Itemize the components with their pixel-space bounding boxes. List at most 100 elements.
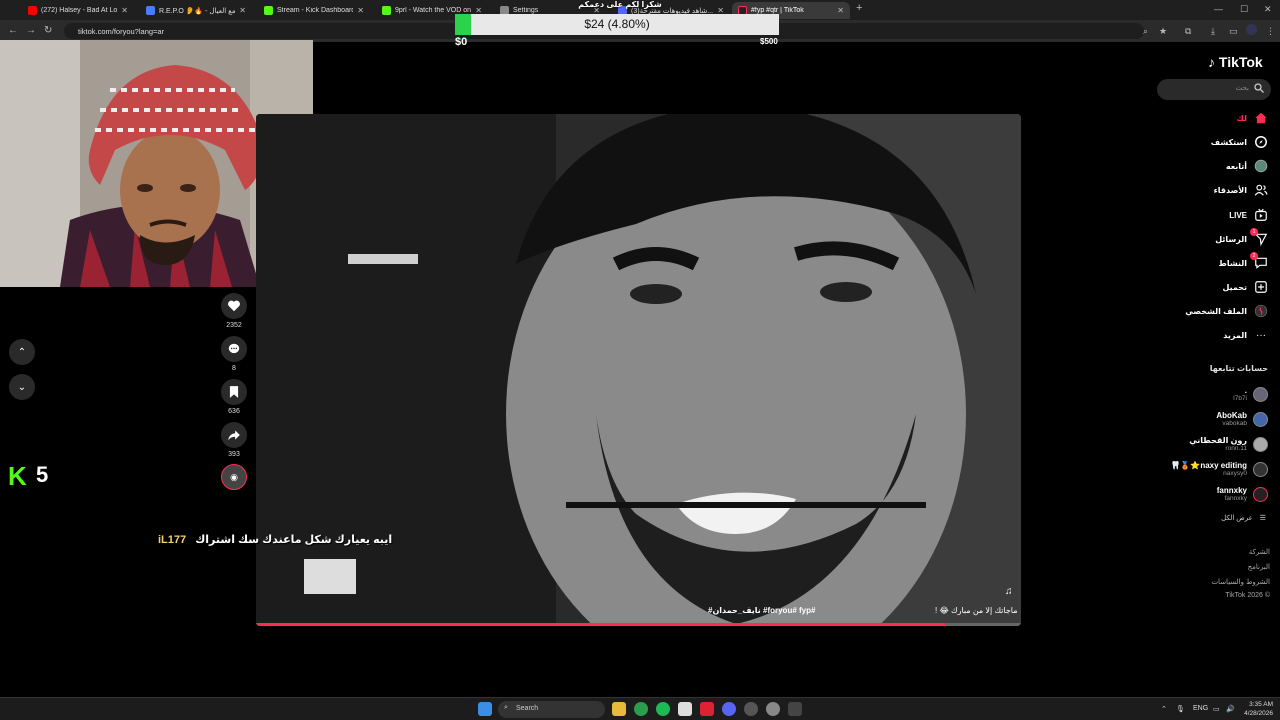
- video-player[interactable]: [256, 114, 1021, 626]
- star-icon[interactable]: ★: [1159, 26, 1167, 37]
- following-account[interactable]: fannxky fannxky: [1217, 483, 1268, 505]
- network-icon[interactable]: ▭: [1213, 705, 1220, 713]
- close-icon[interactable]: ✕: [357, 6, 364, 15]
- clock-date[interactable]: 4/28/2026: [1238, 710, 1273, 717]
- footer-company-link[interactable]: الشركة: [1249, 548, 1270, 556]
- discord-icon[interactable]: [722, 702, 736, 716]
- search-icon[interactable]: [1253, 82, 1265, 94]
- new-tab-button[interactable]: +: [856, 2, 862, 14]
- live-icon: [1254, 208, 1268, 222]
- following-account[interactable]: AboKab vabokab: [1216, 408, 1268, 430]
- nav-following[interactable]: أتابعه: [1226, 156, 1268, 176]
- app-icon[interactable]: [788, 702, 802, 716]
- footer-terms-link[interactable]: الشروط والسياسات: [1211, 578, 1270, 586]
- close-icon[interactable]: ✕: [837, 6, 844, 15]
- activity-icon: 2: [1250, 252, 1268, 270]
- account-username: fannxky: [1224, 495, 1247, 502]
- kick-icon: [382, 6, 391, 15]
- following-account[interactable]: 🦷🥉⭐naxy editing naxysy0: [1170, 458, 1268, 480]
- nav-label: أتابعه: [1225, 161, 1247, 171]
- reload-icon[interactable]: ↻: [44, 25, 52, 36]
- video-progress-bar[interactable]: [256, 623, 1021, 626]
- nav-messages[interactable]: الرسائل 1: [1215, 228, 1268, 249]
- taskbar: ⌕ Search ⌃ 🎙 ENG ▭ 🔊 3:35 AM 4/28/2026: [0, 697, 1280, 720]
- sound-icon[interactable]: ♫: [1005, 586, 1013, 597]
- taskbar-search[interactable]: ⌕ Search: [498, 701, 605, 718]
- close-window-icon[interactable]: ✕: [1264, 4, 1272, 15]
- maximize-icon[interactable]: ☐: [1240, 4, 1248, 15]
- donation-progress-label: $24 (4.80%): [584, 17, 650, 31]
- zoom-icon[interactable]: ⌕: [1143, 26, 1148, 37]
- share-button[interactable]: [221, 422, 247, 448]
- menu-icon[interactable]: ⋮: [1266, 26, 1275, 37]
- profile-avatar[interactable]: [1246, 24, 1257, 35]
- nav-live[interactable]: LIVE: [1229, 205, 1268, 225]
- following-account[interactable]: . l7b7i: [1233, 383, 1268, 405]
- next-video-button[interactable]: ⌄: [9, 374, 35, 400]
- nav-label: النشاط: [1218, 258, 1247, 268]
- close-icon[interactable]: ✕: [121, 6, 128, 15]
- nav-explore[interactable]: استكشف: [1211, 132, 1268, 152]
- browser-tab[interactable]: (272) Halsey - Bad At Love ✕: [22, 2, 134, 19]
- app-icon[interactable]: [700, 702, 714, 716]
- donation-goal-min: $0: [455, 36, 468, 48]
- obs-icon[interactable]: [744, 702, 758, 716]
- browser-tab[interactable]: R.E.P.O 👂🔥 - مع العيال || - Reps ✕: [140, 2, 252, 19]
- save-button[interactable]: [221, 379, 247, 405]
- close-icon[interactable]: ✕: [239, 6, 246, 15]
- sound-disc[interactable]: ◉: [221, 464, 247, 490]
- following-accounts-title: حسابات تتابعها: [1209, 364, 1268, 373]
- volume-icon[interactable]: 🔊: [1226, 705, 1235, 713]
- sidebar-icon[interactable]: ▭: [1229, 26, 1238, 37]
- windows-start-icon[interactable]: [478, 702, 492, 716]
- chat-text: ايبه يعيارك شكل ماعندك سك اشتراك: [195, 534, 393, 546]
- nav-for-you[interactable]: لك: [1237, 108, 1268, 128]
- nav-upload[interactable]: تحميل: [1222, 277, 1268, 297]
- spotify-icon[interactable]: [656, 702, 670, 716]
- back-icon[interactable]: ←: [8, 25, 18, 36]
- clock-time[interactable]: 3:35 AM: [1245, 701, 1273, 708]
- nav-profile[interactable]: الملف الشخصي: [1185, 301, 1268, 321]
- file-explorer-icon[interactable]: [612, 702, 626, 716]
- comment-button[interactable]: [221, 336, 247, 362]
- chat-message: iL177 ايبه يعيارك شكل ماعندك سك اشتراك: [154, 533, 392, 546]
- like-button[interactable]: [221, 293, 247, 319]
- nav-friends[interactable]: الأصدقاء: [1214, 180, 1268, 200]
- taskbar-search-label: Search: [516, 705, 539, 712]
- browser-tab[interactable]: Stream - Kick Dashboard ✕: [258, 2, 370, 19]
- nav-activity[interactable]: النشاط 2: [1218, 252, 1268, 273]
- video-hashtags[interactable]: #نايف_حمدان #foryou# fyp#: [708, 606, 815, 615]
- music-disc-icon: ◉: [230, 471, 238, 482]
- search-icon: ⌕: [504, 704, 508, 711]
- store-icon[interactable]: [678, 702, 692, 716]
- bookmark-icon: [229, 386, 239, 398]
- language-indicator[interactable]: ENG: [1193, 705, 1208, 712]
- tab-label: (272) Halsey - Bad At Love: [41, 7, 118, 14]
- nav-more[interactable]: المزيد ···: [1223, 325, 1268, 345]
- tiktok-logo[interactable]: ♪ TikTok: [1208, 54, 1263, 70]
- previous-video-button[interactable]: ⌃: [9, 339, 35, 365]
- compass-icon: [1254, 135, 1268, 149]
- microphone-icon[interactable]: 🎙: [1176, 705, 1185, 713]
- account-name: 🦷🥉⭐naxy editing: [1170, 461, 1247, 470]
- download-icon[interactable]: ⤓: [1211, 26, 1215, 37]
- kick-icon: [264, 6, 273, 15]
- see-all-link[interactable]: عرض الكل ☰: [1190, 514, 1266, 522]
- site-icon: [146, 6, 155, 15]
- search-placeholder: بحث: [1235, 85, 1249, 92]
- extensions-icon[interactable]: ⧉: [1185, 26, 1191, 37]
- app-icon[interactable]: [766, 702, 780, 716]
- following-account[interactable]: رون القحطاني ronn.11: [1189, 433, 1268, 455]
- account-username: naxysy0: [1223, 470, 1247, 477]
- account-username: ronn.11: [1225, 445, 1247, 452]
- tray-chevron-icon[interactable]: ⌃: [1161, 705, 1167, 713]
- footer-program-link[interactable]: البرنامج: [1248, 563, 1270, 571]
- search-input[interactable]: بحث: [1157, 79, 1271, 100]
- nav-label: الملف الشخصي: [1185, 306, 1247, 316]
- chrome-icon[interactable]: [634, 702, 648, 716]
- chevron-down-icon: ⌄: [17, 381, 27, 393]
- forward-icon[interactable]: →: [26, 25, 36, 36]
- donation-goal-max: $500: [760, 37, 778, 46]
- minimize-icon[interactable]: —: [1214, 4, 1223, 14]
- see-all-label: عرض الكل: [1221, 515, 1253, 522]
